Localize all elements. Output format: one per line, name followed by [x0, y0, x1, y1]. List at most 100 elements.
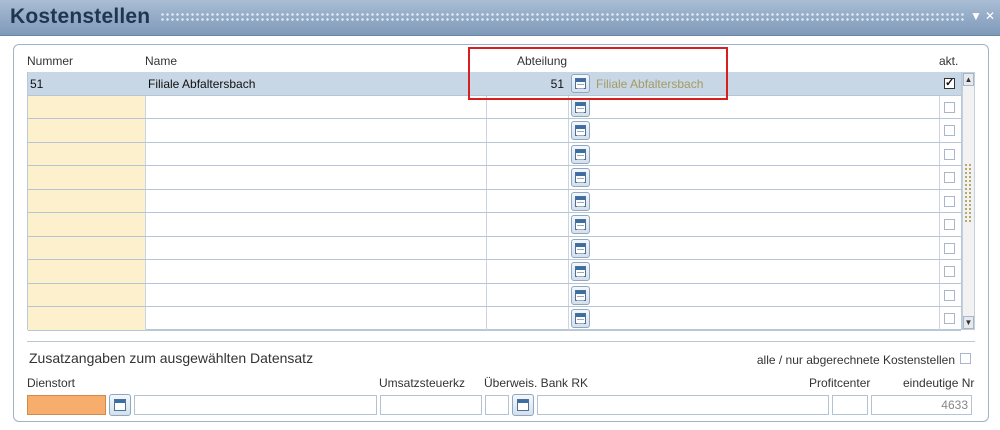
calendar-lookup-icon	[575, 266, 586, 277]
table-row[interactable]	[28, 166, 961, 190]
cell-akt	[940, 284, 961, 307]
cell-abteilung-lookup	[569, 284, 591, 307]
akt-checkbox[interactable]	[944, 101, 955, 113]
cell-name[interactable]	[146, 189, 487, 212]
umsatzsteuerkz-label: Umsatzsteuerkz	[379, 376, 466, 390]
table-row[interactable]	[28, 189, 961, 213]
cell-name[interactable]	[146, 166, 487, 189]
profitcenter-field[interactable]	[832, 395, 868, 415]
ueberweis-name-field[interactable]	[537, 395, 829, 415]
main-panel: Nummer Name Abteilung akt. 51 Filiale Abf…	[13, 44, 989, 422]
abteilung-lookup-button[interactable]	[571, 168, 590, 187]
abteilung-lookup-button[interactable]	[571, 262, 590, 281]
akt-checkbox[interactable]	[944, 195, 955, 207]
grid-scrollbar[interactable]: ▲ ▼	[962, 72, 975, 330]
cell-name[interactable]	[146, 283, 487, 306]
akt-checkbox[interactable]	[944, 289, 955, 301]
dienstort-lookup-button[interactable]	[109, 394, 131, 416]
akt-checkbox[interactable]	[944, 313, 955, 324]
akt-checkbox[interactable]	[944, 125, 955, 136]
cell-nummer[interactable]	[28, 260, 146, 283]
akt-checkbox[interactable]	[944, 266, 955, 277]
akt-checkbox[interactable]	[944, 219, 955, 230]
table-row[interactable]	[28, 307, 961, 331]
table-row[interactable]	[28, 260, 961, 284]
cell-nummer[interactable]	[28, 283, 146, 306]
column-header-name[interactable]: Name	[145, 54, 177, 68]
cell-abteilung-name	[591, 142, 940, 165]
cell-nummer[interactable]	[28, 307, 146, 330]
cell-name[interactable]: Filiale Abfaltersbach	[146, 72, 487, 95]
cell-nummer[interactable]	[28, 119, 146, 142]
akt-checkbox[interactable]	[944, 242, 955, 254]
cell-name[interactable]	[146, 260, 487, 283]
cell-abteilung-lookup	[569, 260, 591, 283]
akt-checkbox[interactable]: ✓	[944, 78, 955, 89]
calendar-lookup-icon	[575, 172, 586, 183]
scroll-up-icon[interactable]: ▲	[963, 73, 974, 86]
abteilung-lookup-button[interactable]	[571, 238, 590, 258]
cell-nummer[interactable]	[28, 166, 146, 189]
cell-abteilung-lookup	[569, 237, 591, 260]
cell-akt	[940, 260, 961, 283]
cell-nummer[interactable]	[28, 95, 146, 118]
cell-akt	[940, 119, 961, 142]
cell-abteilung[interactable]	[487, 189, 569, 212]
abteilung-lookup-button[interactable]	[571, 121, 590, 140]
abteilung-lookup-button[interactable]	[571, 97, 590, 117]
filter-checkbox[interactable]	[960, 353, 971, 364]
cell-nummer[interactable]	[28, 189, 146, 212]
dienstort-field[interactable]	[27, 395, 106, 415]
cell-name[interactable]	[146, 119, 487, 142]
dienstort-name-field[interactable]	[134, 395, 377, 415]
cell-abteilung[interactable]	[487, 166, 569, 189]
abteilung-lookup-button[interactable]	[571, 191, 590, 211]
cell-name[interactable]	[146, 213, 487, 236]
column-header-nummer[interactable]: Nummer	[27, 54, 73, 68]
scroll-down-icon[interactable]: ▼	[963, 316, 974, 329]
cell-abteilung-name	[591, 189, 940, 212]
cell-nummer[interactable]	[28, 213, 146, 236]
cell-nummer[interactable]: 51	[28, 72, 146, 95]
table-row[interactable]	[28, 119, 961, 143]
cell-nummer[interactable]	[28, 142, 146, 165]
window-title: Kostenstellen	[10, 5, 151, 28]
cell-abteilung[interactable]	[487, 119, 569, 142]
table-row[interactable]	[28, 283, 961, 307]
table-row[interactable]	[28, 213, 961, 237]
cell-name[interactable]	[146, 95, 487, 118]
abteilung-lookup-button[interactable]	[571, 285, 590, 305]
table-row[interactable]	[28, 236, 961, 260]
abteilung-lookup-button[interactable]	[571, 144, 590, 164]
kostenstellen-grid: 51 Filiale Abfaltersbach 51 Filiale Abfalte…	[27, 72, 962, 331]
cell-abteilung[interactable]	[487, 283, 569, 306]
minimize-icon[interactable]: ▼	[970, 9, 982, 23]
table-row[interactable]	[28, 142, 961, 166]
cell-name[interactable]	[146, 142, 487, 165]
cell-abteilung[interactable]	[487, 213, 569, 236]
cell-abteilung[interactable]	[487, 307, 569, 330]
column-header-akt[interactable]: akt.	[939, 54, 958, 68]
abteilung-lookup-button[interactable]	[571, 215, 590, 234]
umsatzsteuerkz-field[interactable]	[380, 395, 482, 415]
cell-nummer[interactable]	[28, 236, 146, 259]
abteilung-lookup-button[interactable]	[571, 309, 590, 328]
cell-abteilung-lookup	[569, 213, 591, 236]
cell-abteilung[interactable]	[487, 236, 569, 259]
cell-name[interactable]	[146, 307, 487, 330]
akt-checkbox[interactable]	[944, 148, 955, 160]
cell-abteilung-lookup	[569, 166, 591, 189]
close-icon[interactable]: ✕	[984, 9, 996, 23]
cell-abteilung[interactable]	[487, 142, 569, 165]
calendar-lookup-icon	[575, 242, 586, 254]
cell-abteilung-lookup	[569, 119, 591, 142]
details-section-title: Zusatzangaben zum ausgewählten Datensatz	[29, 350, 314, 366]
scroll-thumb[interactable]	[964, 163, 973, 223]
eindeutige-nr-label: eindeutige Nr	[903, 376, 975, 390]
akt-checkbox[interactable]	[944, 172, 955, 183]
title-decoration	[160, 12, 965, 22]
ueberweis-code-field[interactable]	[485, 395, 509, 415]
cell-name[interactable]	[146, 236, 487, 259]
ueberweis-lookup-button[interactable]	[512, 394, 534, 416]
cell-abteilung[interactable]	[487, 260, 569, 283]
